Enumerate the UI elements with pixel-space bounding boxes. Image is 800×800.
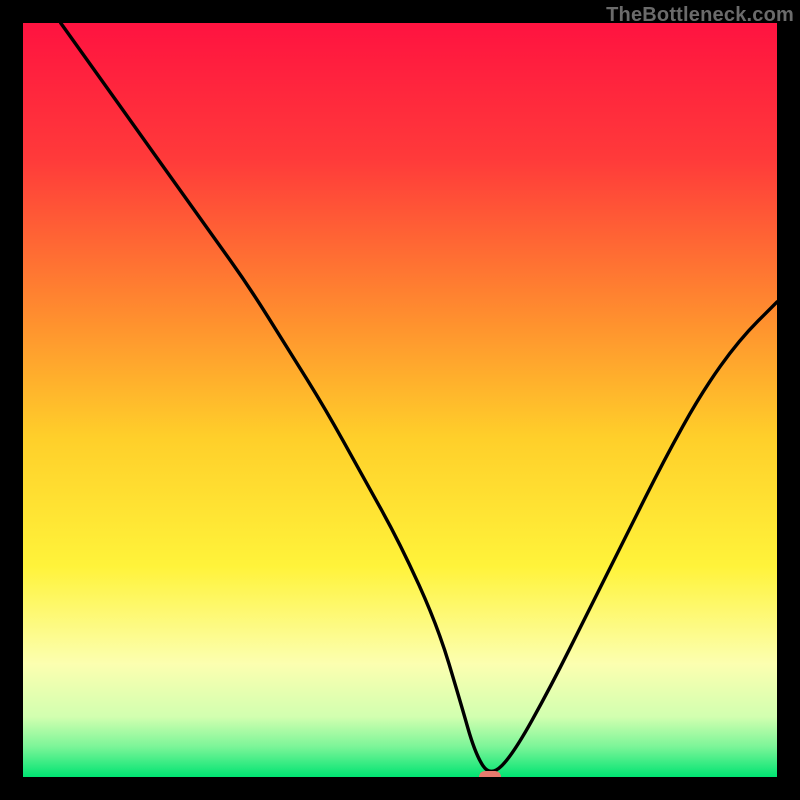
watermark-label: TheBottleneck.com (606, 4, 794, 27)
chart-stage: TheBottleneck.com (0, 0, 800, 800)
plot-area (23, 23, 777, 777)
minimum-marker (479, 771, 501, 777)
bottleneck-curve (23, 23, 777, 777)
